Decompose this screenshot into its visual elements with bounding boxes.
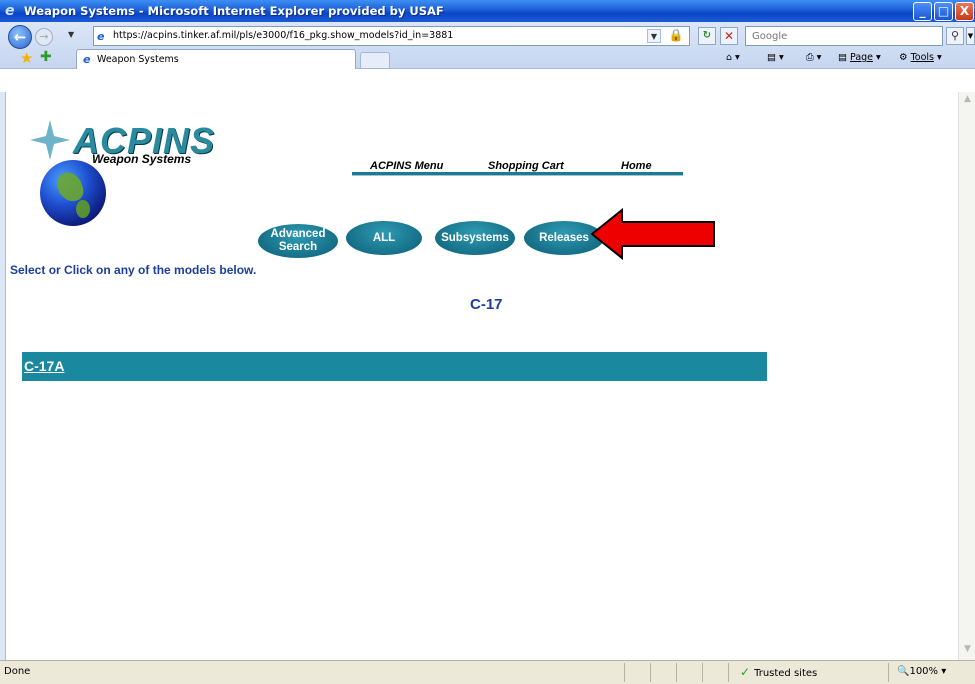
tab-weapon-systems[interactable]: e Weapon Systems bbox=[76, 49, 356, 69]
window-title: Weapon Systems - Microsoft Internet Expl… bbox=[24, 4, 444, 18]
home-icon[interactable]: ⌂ ▾ bbox=[726, 52, 740, 63]
stop-icon: ✕ bbox=[723, 29, 735, 43]
page-icon: e bbox=[97, 30, 105, 43]
navigation-toolbar: ← → ▼ e https://acpins.tinker.af.mil/pls… bbox=[0, 22, 975, 69]
new-tab-button[interactable] bbox=[360, 52, 390, 69]
tools-menu[interactable]: ⚙ Tools ▾ bbox=[899, 52, 942, 63]
menu-acpins[interactable]: ACPINS Menu bbox=[370, 160, 443, 172]
menu-underline-highlight bbox=[352, 175, 683, 176]
print-icon[interactable]: ⎙ ▾ bbox=[806, 52, 821, 63]
globe-logo-icon bbox=[40, 160, 106, 226]
back-arrow-icon: ← bbox=[13, 28, 27, 46]
stop-button[interactable]: ✕ bbox=[720, 27, 738, 45]
tools-gear-icon: ⚙ bbox=[899, 52, 908, 63]
vertical-scrollbar[interactable]: ▲ ▼ bbox=[958, 92, 975, 660]
zoom-level: 100% bbox=[909, 666, 939, 677]
security-zone-label: Trusted sites bbox=[754, 668, 818, 679]
subsystems-button[interactable]: Subsystems bbox=[435, 221, 515, 255]
star-sparkle-icon bbox=[30, 120, 70, 160]
acpins-logo[interactable]: ACPINS Weapon Systems bbox=[30, 120, 230, 226]
maximize-button[interactable]: □ bbox=[934, 2, 953, 21]
feeds-icon[interactable]: ▤ ▾ bbox=[767, 52, 784, 63]
ie-logo-icon: e bbox=[5, 3, 15, 19]
url-text[interactable]: https://acpins.tinker.af.mil/pls/e3000/f… bbox=[113, 30, 453, 41]
address-dropdown[interactable]: ▼ bbox=[647, 29, 661, 43]
address-field[interactable]: e https://acpins.tinker.af.mil/pls/e3000… bbox=[93, 26, 690, 46]
zoom-icon: 🔍 bbox=[897, 666, 910, 677]
search-box[interactable] bbox=[745, 26, 943, 46]
favorites-star-icon[interactable]: ★ bbox=[20, 49, 33, 67]
minimize-button[interactable]: _ bbox=[913, 2, 932, 21]
search-input[interactable] bbox=[746, 27, 942, 45]
page-menu-icon: ▤ bbox=[838, 52, 847, 63]
forward-button[interactable]: → bbox=[35, 28, 53, 46]
page-heading: C-17 bbox=[470, 296, 503, 313]
advanced-search-button[interactable]: Advanced Search bbox=[258, 224, 338, 258]
status-bar: Done ✓ Trusted sites 🔍100% ▾ bbox=[0, 660, 975, 684]
model-row: C-17A bbox=[22, 352, 767, 381]
all-button[interactable]: ALL bbox=[346, 221, 422, 255]
window-titlebar: e Weapon Systems - Microsoft Internet Ex… bbox=[0, 0, 975, 22]
red-arrow-icon bbox=[590, 208, 715, 260]
close-button[interactable]: X bbox=[955, 2, 974, 21]
back-button[interactable]: ← bbox=[8, 25, 32, 49]
page-menu[interactable]: ▤ Page ▾ bbox=[838, 52, 881, 63]
page-menu-label: Page bbox=[850, 52, 874, 63]
refresh-icon: ↻ bbox=[702, 30, 712, 41]
tools-menu-label: Tools bbox=[910, 52, 934, 63]
ie-tab-icon: e bbox=[83, 53, 91, 66]
menu-home[interactable]: Home bbox=[621, 160, 652, 172]
zoom-control[interactable]: 🔍100% ▾ bbox=[897, 666, 946, 677]
trusted-check-icon: ✓ bbox=[740, 665, 751, 679]
status-text: Done bbox=[4, 666, 31, 677]
logo-subtitle: Weapon Systems bbox=[92, 152, 192, 166]
security-zone[interactable]: ✓ Trusted sites bbox=[740, 665, 817, 679]
instruction-text: Select or Click on any of the models bel… bbox=[10, 263, 257, 277]
tab-label: Weapon Systems bbox=[97, 54, 179, 65]
forward-arrow-icon: → bbox=[39, 30, 49, 43]
add-favorites-icon[interactable]: ✚ bbox=[40, 49, 52, 65]
scroll-down-arrow[interactable]: ▼ bbox=[961, 644, 974, 658]
search-icon: ⚲ bbox=[950, 29, 960, 42]
model-link-c17a[interactable]: C-17A bbox=[24, 358, 64, 374]
lock-icon[interactable]: 🔒 bbox=[668, 28, 684, 44]
scroll-up-arrow[interactable]: ▲ bbox=[961, 94, 974, 108]
menu-shopping-cart[interactable]: Shopping Cart bbox=[488, 160, 564, 172]
refresh-button[interactable]: ↻ bbox=[698, 27, 716, 45]
history-dropdown[interactable]: ▼ bbox=[68, 30, 74, 39]
search-button[interactable]: ⚲ bbox=[946, 27, 964, 45]
search-dropdown[interactable]: ▼ bbox=[966, 27, 975, 45]
